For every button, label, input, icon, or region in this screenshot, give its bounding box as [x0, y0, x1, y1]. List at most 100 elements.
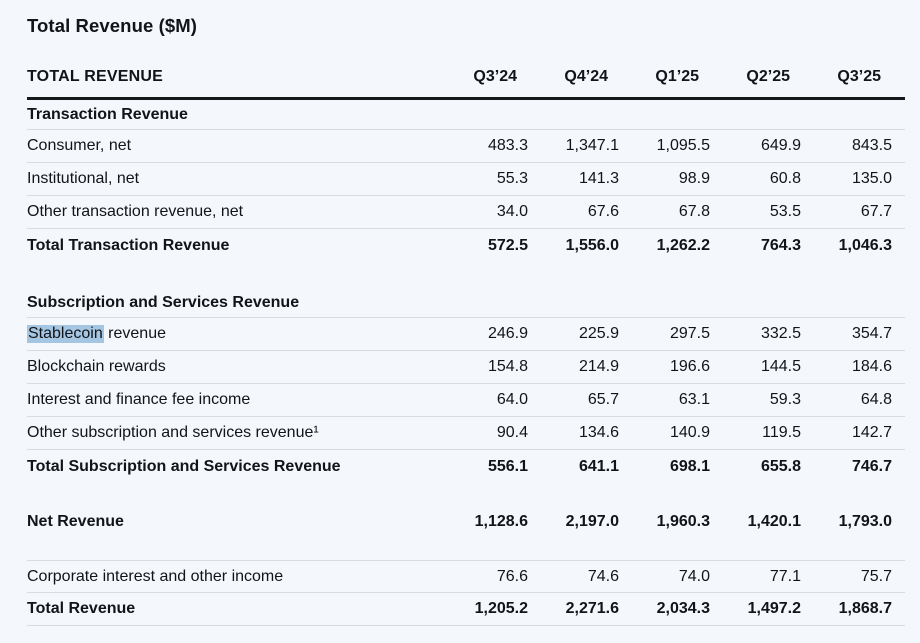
section-title: Subscription and Services Revenue: [27, 294, 892, 312]
cell-value: 76.6: [437, 568, 528, 586]
cell-value: 55.3: [437, 170, 528, 188]
cell-value: 67.6: [528, 203, 619, 221]
cell-value: 53.5: [710, 203, 801, 221]
cell-value: 1,347.1: [528, 137, 619, 155]
row-label: Stablecoin revenue: [27, 325, 437, 343]
cell-value: 1,793.0: [801, 513, 892, 531]
table-row-consumer-net: Consumer, net 483.3 1,347.1 1,095.5 649.…: [27, 130, 905, 163]
revenue-table: TOTAL REVENUE Q3’24 Q4’24 Q1’25 Q2’25 Q3…: [27, 66, 905, 626]
cell-value: 649.9: [710, 137, 801, 155]
cell-value: 764.3: [710, 237, 801, 255]
table-row-total-transaction: Total Transaction Revenue 572.5 1,556.0 …: [27, 229, 905, 262]
table-row-blockchain-rewards: Blockchain rewards 154.8 214.9 196.6 144…: [27, 351, 905, 384]
page-title: Total Revenue ($M): [27, 14, 905, 38]
row-label: Interest and finance fee income: [27, 391, 437, 409]
cell-value: 154.8: [437, 358, 528, 376]
cell-value: 77.1: [710, 568, 801, 586]
cell-value: 1,420.1: [710, 513, 801, 531]
cell-value: 1,497.2: [710, 600, 801, 618]
section-title: Transaction Revenue: [27, 106, 892, 124]
table-header-row: TOTAL REVENUE Q3’24 Q4’24 Q1’25 Q2’25 Q3…: [27, 66, 905, 100]
cell-value: 64.8: [801, 391, 892, 409]
cell-value: 67.8: [619, 203, 710, 221]
cell-value: 1,046.3: [801, 237, 892, 255]
cell-value: 1,128.6: [437, 513, 528, 531]
table-row-other-transaction: Other transaction revenue, net 34.0 67.6…: [27, 196, 905, 229]
table-row-total-revenue: Total Revenue 1,205.2 2,271.6 2,034.3 1,…: [27, 593, 905, 626]
cell-value: 60.8: [710, 170, 801, 188]
cell-value: 2,034.3: [619, 600, 710, 618]
row-label: Corporate interest and other income: [27, 568, 437, 586]
column-header-q1-25: Q1’25: [619, 68, 710, 86]
cell-value: 698.1: [619, 458, 710, 476]
cell-value: 1,095.5: [619, 137, 710, 155]
section-spacer: [27, 262, 905, 288]
cell-value: 141.3: [528, 170, 619, 188]
section-header-row-transaction: Transaction Revenue: [27, 100, 905, 130]
cell-value: 98.9: [619, 170, 710, 188]
cell-value: 2,271.6: [528, 600, 619, 618]
cell-value: 34.0: [437, 203, 528, 221]
cell-value: 75.7: [801, 568, 892, 586]
cell-value: 59.3: [710, 391, 801, 409]
table-row-corporate-interest: Corporate interest and other income 76.6…: [27, 560, 905, 593]
cell-value: 214.9: [528, 358, 619, 376]
column-header-q4-24: Q4’24: [528, 68, 619, 86]
cell-value: 63.1: [619, 391, 710, 409]
section-spacer: [27, 538, 905, 560]
row-label: Consumer, net: [27, 137, 437, 155]
cell-value: 354.7: [801, 325, 892, 343]
row-label: Total Subscription and Services Revenue: [27, 458, 437, 476]
cell-value: 119.5: [710, 424, 801, 442]
report-page: Total Revenue ($M) TOTAL REVENUE Q3’24 Q…: [0, 0, 920, 626]
column-header-q3-25: Q3’25: [801, 68, 892, 86]
table-row-interest-income: Interest and finance fee income 64.0 65.…: [27, 384, 905, 417]
row-label: Other transaction revenue, net: [27, 203, 437, 221]
table-row-net-revenue: Net Revenue 1,128.6 2,197.0 1,960.3 1,42…: [27, 505, 905, 538]
table-row-institutional-net: Institutional, net 55.3 141.3 98.9 60.8 …: [27, 163, 905, 196]
cell-value: 1,205.2: [437, 600, 528, 618]
column-header-q2-25: Q2’25: [710, 68, 801, 86]
cell-value: 297.5: [619, 325, 710, 343]
row-label: Institutional, net: [27, 170, 437, 188]
cell-value: 572.5: [437, 237, 528, 255]
cell-value: 144.5: [710, 358, 801, 376]
table-row-total-subscription: Total Subscription and Services Revenue …: [27, 450, 905, 483]
cell-value: 74.6: [528, 568, 619, 586]
cell-value: 843.5: [801, 137, 892, 155]
cell-value: 90.4: [437, 424, 528, 442]
cell-value: 483.3: [437, 137, 528, 155]
cell-value: 641.1: [528, 458, 619, 476]
cell-value: 67.7: [801, 203, 892, 221]
cell-value: 74.0: [619, 568, 710, 586]
table-row-other-subscription: Other subscription and services revenue¹…: [27, 417, 905, 450]
row-label: Total Revenue: [27, 600, 437, 618]
cell-value: 2,197.0: [528, 513, 619, 531]
cell-value: 225.9: [528, 325, 619, 343]
row-label: Other subscription and services revenue¹: [27, 424, 437, 442]
row-label: Total Transaction Revenue: [27, 237, 437, 255]
section-header-row-subscription: Subscription and Services Revenue: [27, 288, 905, 318]
cell-value: 1,556.0: [528, 237, 619, 255]
row-label-rest: revenue: [104, 325, 166, 342]
column-header-q3-24: Q3’24: [437, 68, 528, 86]
cell-value: 65.7: [528, 391, 619, 409]
search-highlight: Stablecoin: [27, 325, 104, 343]
cell-value: 140.9: [619, 424, 710, 442]
table-row-stablecoin: Stablecoin revenue 246.9 225.9 297.5 332…: [27, 318, 905, 351]
cell-value: 1,868.7: [801, 600, 892, 618]
section-spacer: [27, 483, 905, 505]
cell-value: 556.1: [437, 458, 528, 476]
cell-value: 655.8: [710, 458, 801, 476]
header-label: TOTAL REVENUE: [27, 68, 437, 86]
row-label: Net Revenue: [27, 513, 437, 531]
cell-value: 246.9: [437, 325, 528, 343]
cell-value: 746.7: [801, 458, 892, 476]
cell-value: 134.6: [528, 424, 619, 442]
cell-value: 142.7: [801, 424, 892, 442]
row-label: Blockchain rewards: [27, 358, 437, 376]
cell-value: 64.0: [437, 391, 528, 409]
cell-value: 135.0: [801, 170, 892, 188]
cell-value: 332.5: [710, 325, 801, 343]
cell-value: 196.6: [619, 358, 710, 376]
